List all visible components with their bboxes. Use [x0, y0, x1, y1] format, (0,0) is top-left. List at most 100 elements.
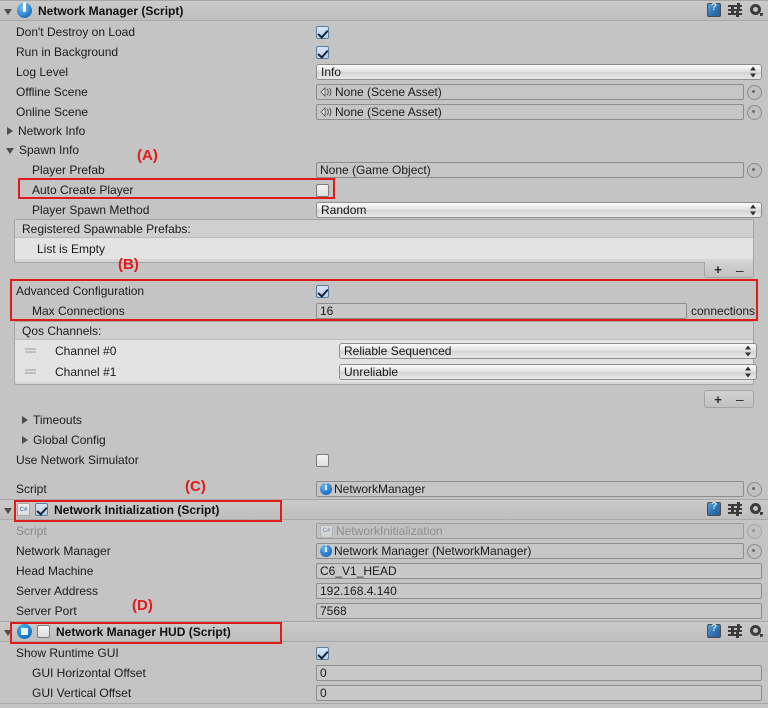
dropdown-channel-1[interactable]: Unreliable	[339, 363, 757, 380]
list-empty-label: List is Empty	[37, 241, 106, 256]
object-picker-online-scene[interactable]	[747, 104, 762, 120]
label-offline-scene: Offline Scene	[16, 85, 88, 99]
preset-sliders-icon[interactable]	[728, 3, 742, 17]
objectfield-network-manager-value: Network Manager (NetworkManager)	[334, 544, 532, 558]
numberfield-max-connections[interactable]: 16	[316, 303, 687, 319]
row-server-address: Server Address 192.168.4.140	[0, 581, 768, 601]
add-spawnable-prefab-button[interactable]: +	[714, 263, 722, 276]
gear-icon[interactable]	[749, 3, 763, 17]
objectfield-offline-scene-value: None (Scene Asset)	[335, 85, 442, 99]
dropdown-channel-0[interactable]: Reliable Sequenced	[339, 342, 757, 359]
textfield-server-port-value: 7568	[320, 604, 347, 618]
foldout-triangle-network-manager[interactable]	[4, 8, 12, 15]
object-picker-network-manager[interactable]	[747, 543, 762, 559]
numberfield-gui-vertical-offset[interactable]: 0	[316, 685, 762, 701]
objectfield-player-prefab[interactable]: None (Game Object)	[316, 162, 744, 178]
objectfield-player-prefab-value: None (Game Object)	[320, 163, 431, 177]
component-title: Network Initialization (Script)	[54, 502, 220, 517]
list-row-channel-1: Channel #1 Unreliable	[15, 361, 757, 382]
unity-script-icon	[320, 482, 332, 495]
row-script-network-manager: Script NetworkManager	[0, 479, 768, 499]
label-gui-horizontal-offset: GUI Horizontal Offset	[32, 666, 146, 680]
checkbox-show-runtime-gui[interactable]	[316, 646, 329, 660]
object-picker-player-prefab[interactable]	[747, 162, 762, 178]
foldout-global-config[interactable]: Global Config	[0, 430, 768, 450]
label-auto-create-player: Auto Create Player	[32, 183, 134, 197]
help-book-icon[interactable]	[707, 501, 721, 516]
objectfield-script-network-manager[interactable]: NetworkManager	[316, 481, 744, 497]
checkbox-enable-network-manager-hud[interactable]	[37, 625, 50, 638]
textfield-head-machine[interactable]: C6_V1_HEAD	[316, 563, 762, 579]
numberfield-gui-horizontal-offset[interactable]: 0	[316, 665, 762, 681]
bottom-divider	[0, 703, 768, 704]
chevron-right-icon[interactable]	[22, 416, 28, 424]
objectfield-online-scene[interactable]: None (Scene Asset)	[316, 104, 744, 120]
checkbox-use-network-simulator[interactable]	[316, 453, 329, 467]
label-script: Script	[16, 482, 47, 496]
help-book-icon[interactable]	[707, 2, 721, 17]
chevron-down-icon[interactable]	[6, 148, 14, 154]
row-online-scene: Online Scene None (Scene Asset)	[0, 102, 768, 122]
foldout-triangle-network-initialization[interactable]	[4, 507, 12, 514]
checkbox-auto-create-player[interactable]	[316, 183, 329, 197]
foldout-timeouts[interactable]: Timeouts	[0, 410, 768, 430]
foldout-timeouts-label: Timeouts	[33, 413, 82, 427]
component-header-network-manager[interactable]: Network Manager (Script)	[0, 0, 768, 21]
checkbox-enable-network-initialization[interactable]	[35, 503, 48, 516]
chevron-right-icon[interactable]	[22, 436, 28, 444]
row-show-runtime-gui: Show Runtime GUI	[0, 643, 768, 663]
header-icon-group	[707, 501, 763, 516]
preset-sliders-icon[interactable]	[728, 624, 742, 638]
chevron-right-icon[interactable]	[7, 127, 13, 135]
preset-sliders-icon[interactable]	[728, 502, 742, 516]
gear-icon[interactable]	[749, 502, 763, 516]
gear-icon[interactable]	[749, 624, 763, 638]
drag-handle-icon[interactable]	[25, 369, 36, 374]
textfield-server-port[interactable]: 7568	[316, 603, 762, 619]
object-picker-offline-scene[interactable]	[747, 84, 762, 100]
chevron-updown-icon	[750, 204, 757, 216]
row-use-network-simulator: Use Network Simulator	[0, 450, 768, 470]
add-qos-channel-button[interactable]: +	[714, 393, 722, 406]
dropdown-channel-0-value: Reliable Sequenced	[344, 343, 452, 358]
foldout-global-config-label: Global Config	[33, 433, 106, 447]
remove-spawnable-prefab-button[interactable]: –	[736, 263, 744, 277]
row-script-network-initialization: Script C# NetworkInitialization	[0, 521, 768, 541]
list-footer-spawnable-prefabs: + –	[704, 262, 754, 278]
component-header-network-manager-hud[interactable]: Network Manager HUD (Script)	[0, 621, 768, 642]
checkbox-dont-destroy-on-load[interactable]	[316, 25, 329, 39]
label-dont-destroy-on-load: Don't Destroy on Load	[16, 25, 136, 39]
objectfield-offline-scene[interactable]: None (Scene Asset)	[316, 84, 744, 100]
foldout-network-info-label: Network Info	[18, 124, 86, 138]
checkbox-run-in-background[interactable]	[316, 45, 329, 59]
row-gui-horizontal-offset: GUI Horizontal Offset 0	[0, 663, 768, 683]
textfield-head-machine-value: C6_V1_HEAD	[320, 564, 397, 578]
foldout-spawn-info[interactable]: Spawn Info	[0, 140, 768, 160]
textfield-server-address[interactable]: 192.168.4.140	[316, 583, 762, 599]
row-player-spawn-method: Player Spawn Method Random	[0, 200, 768, 220]
dropdown-log-level[interactable]: Info	[316, 64, 762, 80]
foldout-network-info[interactable]: Network Info	[0, 121, 768, 141]
dropdown-player-spawn-method-value: Random	[321, 203, 367, 217]
row-player-prefab: Player Prefab None (Game Object)	[0, 160, 768, 180]
checkbox-advanced-configuration[interactable]	[316, 284, 329, 298]
drag-handle-icon[interactable]	[25, 348, 36, 353]
help-book-icon[interactable]	[707, 623, 721, 638]
row-log-level: Log Level Info	[0, 62, 768, 82]
foldout-triangle-network-manager-hud[interactable]	[4, 629, 12, 636]
list-row-channel-0: Channel #0 Reliable Sequenced	[15, 340, 757, 361]
label-show-runtime-gui: Show Runtime GUI	[16, 646, 119, 660]
dropdown-player-spawn-method[interactable]: Random	[316, 202, 762, 218]
component-header-network-initialization[interactable]: C# Network Initialization (Script)	[0, 499, 768, 520]
label-server-port: Server Port	[16, 604, 77, 618]
label-script: Script	[16, 524, 47, 538]
objectfield-network-manager[interactable]: Network Manager (NetworkManager)	[316, 543, 744, 559]
dropdown-channel-1-value: Unreliable	[344, 364, 399, 379]
row-gui-vertical-offset: GUI Vertical Offset 0	[0, 683, 768, 703]
row-head-machine: Head Machine C6_V1_HEAD	[0, 561, 768, 581]
list-header-label: Registered Spawnable Prefabs:	[22, 221, 191, 236]
object-picker-script[interactable]	[747, 481, 762, 497]
remove-qos-channel-button[interactable]: –	[736, 392, 744, 406]
numberfield-max-connections-value: 16	[320, 304, 334, 318]
unity-networkmanager-icon	[17, 3, 32, 18]
